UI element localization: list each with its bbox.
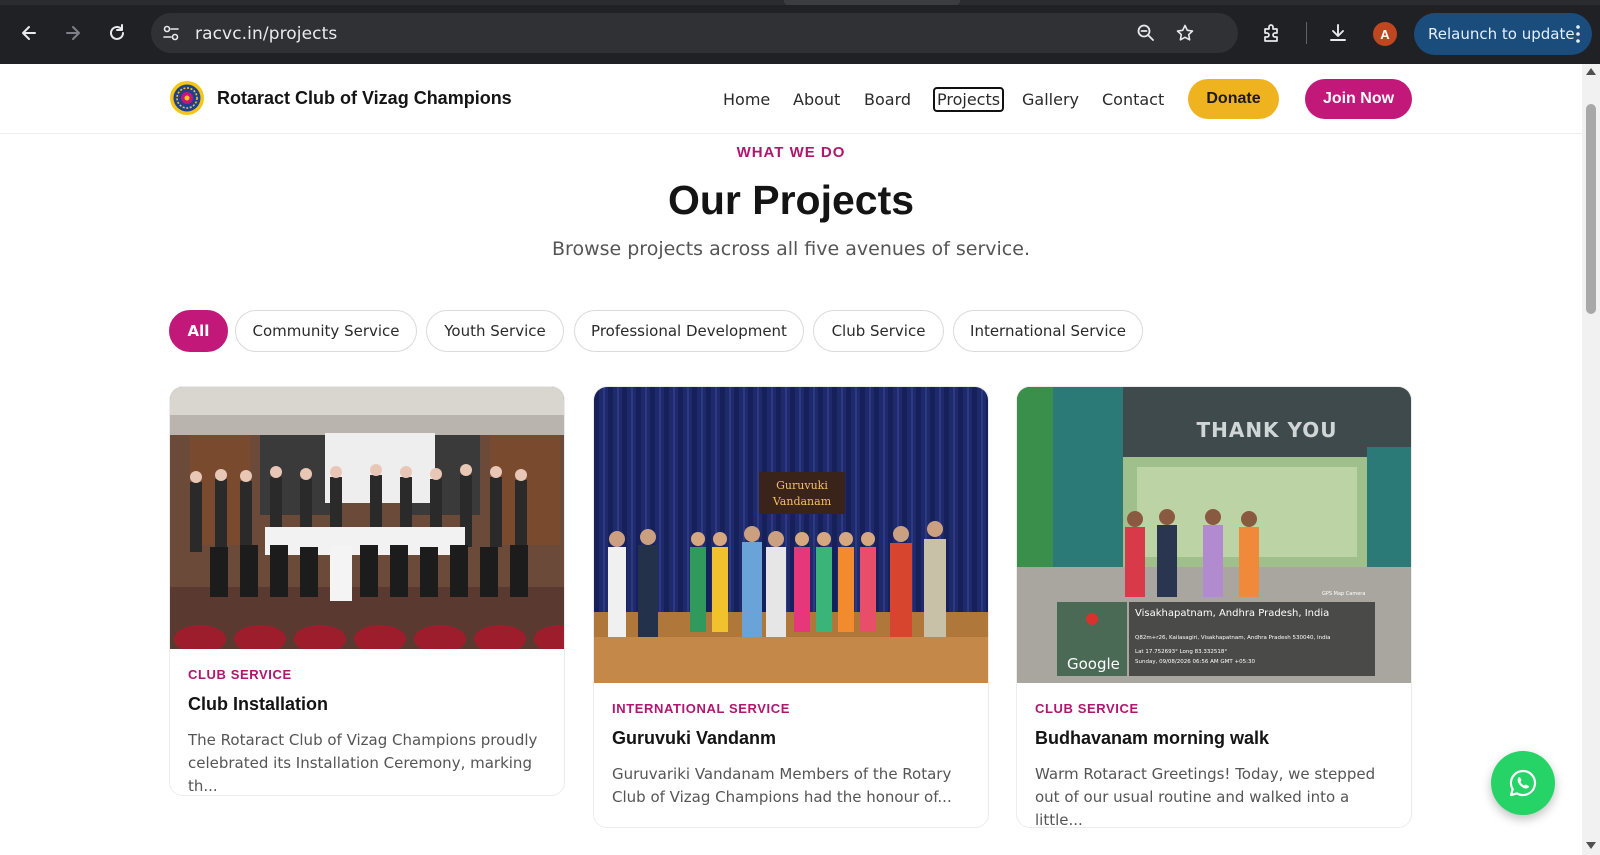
site-header: Rotaract Club of Vizag Champions Home Ab… [0, 64, 1582, 134]
scroll-down-icon[interactable] [1586, 842, 1596, 849]
zoom-icon[interactable] [1136, 23, 1156, 43]
relaunch-button[interactable]: Relaunch to update [1414, 13, 1592, 55]
card-category: CLUB SERVICE [1035, 701, 1139, 716]
section-eyebrow: WHAT WE DO [736, 144, 846, 161]
geotag-app: GPS Map Camera [1322, 591, 1365, 597]
filter-international-service[interactable]: International Service [953, 310, 1143, 352]
relaunch-label: Relaunch to update [1428, 25, 1575, 43]
card-description: The Rotaract Club of Vizag Champions pro… [188, 731, 538, 795]
geotag-coords: Lat 17.752693° Long 83.332518° [1135, 649, 1227, 655]
geotag-time: Sunday, 09/08/2026 06:56 AM GMT +05:30 [1135, 659, 1255, 665]
brand-name[interactable]: Rotaract Club of Vizag Champions [217, 88, 512, 109]
toolbar-divider [1306, 22, 1307, 44]
whatsapp-icon [1509, 769, 1537, 797]
card-title[interactable]: Guruvuki Vandanm [612, 728, 970, 749]
project-image[interactable]: Guruvuki Vandanam [594, 387, 988, 683]
project-card[interactable]: Guruvuki Vandanam INTERNATIONAL SERVICE … [593, 386, 989, 828]
more-icon[interactable] [1576, 24, 1580, 44]
nav-board[interactable]: Board [864, 90, 911, 109]
project-card[interactable]: THANK YOU Google Visakhapatnam, Andhra P… [1016, 386, 1412, 828]
url-text[interactable]: racvc.in/projects [195, 24, 337, 44]
nav-about[interactable]: About [793, 90, 840, 109]
site-info-icon[interactable] [161, 23, 181, 43]
download-icon[interactable] [1326, 21, 1350, 45]
page-scrollbar[interactable] [1582, 64, 1600, 855]
address-bar[interactable]: racvc.in/projects [151, 13, 1238, 53]
club-logo[interactable] [169, 80, 205, 116]
browser-toolbar: racvc.in/projects A Relaunch to update [0, 0, 1600, 64]
filter-community-service[interactable]: Community Service [235, 310, 417, 352]
filter-all[interactable]: All [169, 310, 228, 352]
browser-tab[interactable] [784, 0, 960, 5]
scroll-thumb[interactable] [1586, 104, 1596, 314]
page-subtitle: Browse projects across all five avenues … [552, 238, 1030, 260]
donate-button[interactable]: Donate [1188, 79, 1279, 119]
extensions-icon[interactable] [1260, 21, 1284, 45]
back-icon[interactable] [14, 18, 44, 48]
project-image[interactable] [170, 387, 564, 649]
card-description: Guruvariki Vandanam Members of the Rotar… [612, 765, 952, 806]
card-title[interactable]: Club Installation [188, 694, 546, 715]
map-brand-text: Google [1067, 655, 1120, 673]
filter-professional-development[interactable]: Professional Development [574, 310, 804, 352]
star-icon[interactable] [1175, 23, 1195, 43]
page-title: Our Projects [667, 177, 915, 223]
filter-youth-service[interactable]: Youth Service [426, 310, 564, 352]
reload-icon[interactable] [102, 18, 132, 48]
card-description: Warm Rotaract Greetings! Today, we stepp… [1035, 765, 1376, 828]
nav-gallery[interactable]: Gallery [1022, 90, 1079, 109]
nav-projects[interactable]: Projects [933, 87, 1005, 112]
project-card[interactable]: CLUB SERVICE Club Installation The Rotar… [169, 386, 565, 796]
whatsapp-button[interactable] [1491, 751, 1555, 815]
nav-home[interactable]: Home [723, 90, 770, 109]
join-now-button[interactable]: Join Now [1305, 79, 1412, 119]
geotag-place: Visakhapatnam, Andhra Pradesh, India [1135, 608, 1329, 619]
forward-icon[interactable] [58, 18, 88, 48]
geotag-address: Q82m+r26, Kailasagiri, Visakhapatnam, An… [1135, 635, 1331, 641]
page-viewport: Rotaract Club of Vizag Champions Home Ab… [0, 64, 1582, 855]
arch-text: THANK YOU [1196, 418, 1337, 442]
filter-club-service[interactable]: Club Service [813, 310, 944, 352]
card-category: CLUB SERVICE [188, 667, 292, 682]
scroll-up-icon[interactable] [1586, 68, 1596, 75]
svg-text:Vandanam: Vandanam [772, 495, 832, 508]
card-category: INTERNATIONAL SERVICE [612, 701, 791, 716]
profile-avatar[interactable]: A [1373, 22, 1397, 46]
banner-text: Guruvuki [776, 479, 828, 492]
nav-contact[interactable]: Contact [1102, 90, 1164, 109]
card-title[interactable]: Budhavanam morning walk [1035, 728, 1393, 749]
project-image[interactable]: THANK YOU Google Visakhapatnam, Andhra P… [1017, 387, 1411, 683]
